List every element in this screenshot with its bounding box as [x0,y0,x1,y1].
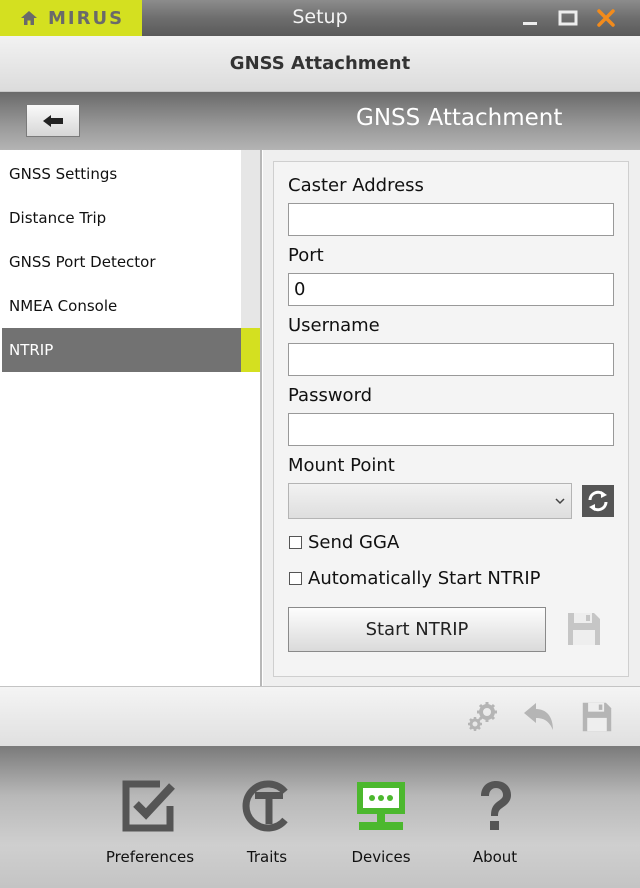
window-title: Setup [292,6,348,28]
nav-about[interactable]: About [440,778,550,866]
maximize-icon [558,10,578,26]
active-indicator [241,328,260,372]
sidebar-item-label: GNSS Settings [9,165,118,183]
back-button[interactable] [26,104,80,137]
password-label: Password [288,385,373,406]
caster-address-label: Caster Address [288,175,424,196]
send-gga-checkbox-row[interactable]: Send GGA [289,532,399,553]
devices-icon [357,782,405,830]
nav-preferences[interactable]: Preferences [95,778,205,866]
section-title: GNSS Attachment [356,105,563,131]
page-title: GNSS Attachment [229,53,411,74]
action-bar [0,686,640,746]
sidebar: GNSS Settings Distance Trip GNSS Port De… [0,150,262,686]
advanced-settings-button[interactable] [466,701,500,737]
floppy-disk-icon [568,613,600,645]
chevron-down-icon [555,498,565,505]
bottom-navigation: Preferences Traits Devices About [0,746,640,888]
close-button[interactable] [592,4,620,32]
save-profile-button[interactable] [566,611,602,651]
gears-icon [468,702,497,731]
password-input[interactable] [288,413,614,446]
start-ntrip-button[interactable]: Start NTRIP [288,607,546,652]
send-gga-checkbox[interactable] [289,536,302,549]
undo-button[interactable] [522,701,556,737]
send-gga-label: Send GGA [308,532,400,553]
nav-devices[interactable]: Devices [326,778,436,866]
sidebar-item-label: NMEA Console [9,297,118,315]
mount-point-select[interactable] [288,483,572,519]
sidebar-item-label: NTRIP [9,341,54,359]
undo-arrow-icon [524,703,553,730]
port-input[interactable] [288,273,614,306]
refresh-icon [588,490,608,512]
start-ntrip-label: Start NTRIP [365,619,469,640]
title-bar: MIRUS Setup [0,0,640,36]
save-button[interactable] [581,701,613,737]
minimize-button[interactable] [516,4,544,32]
port-label: Port [288,245,324,266]
auto-start-label: Automatically Start NTRIP [308,568,541,589]
sidebar-item-nmea-console[interactable]: NMEA Console [2,284,240,328]
nav-label: Devices [351,848,411,866]
username-input[interactable] [288,343,614,376]
checkbox-icon [122,780,175,832]
sidebar-item-label: Distance Trip [9,209,107,227]
sidebar-item-ntrip[interactable]: NTRIP [2,328,242,372]
nav-label: About [472,848,518,866]
mount-point-label: Mount Point [288,455,395,476]
back-arrow-icon [43,114,63,127]
floppy-disk-icon [582,702,612,732]
traits-icon [242,780,288,832]
maximize-button[interactable] [554,4,582,32]
caster-address-input[interactable] [288,203,614,236]
nav-label: Traits [246,848,288,866]
section-header: GNSS Attachment [0,92,640,150]
nav-traits[interactable]: Traits [212,778,322,866]
refresh-mount-points-button[interactable] [582,485,614,517]
sidebar-item-gnss-port-detector[interactable]: GNSS Port Detector [2,240,240,284]
username-label: Username [288,315,380,336]
minimize-icon [523,22,537,25]
close-icon [597,9,615,27]
question-icon [481,781,511,830]
sidebar-item-gnss-settings[interactable]: GNSS Settings [2,152,240,196]
sidebar-item-distance-trip[interactable]: Distance Trip [2,196,240,240]
page-header: GNSS Attachment [0,36,640,92]
nav-label: Preferences [105,848,195,866]
sidebar-item-label: GNSS Port Detector [9,253,156,271]
auto-start-checkbox[interactable] [289,572,302,585]
auto-start-checkbox-row[interactable]: Automatically Start NTRIP [289,568,541,589]
